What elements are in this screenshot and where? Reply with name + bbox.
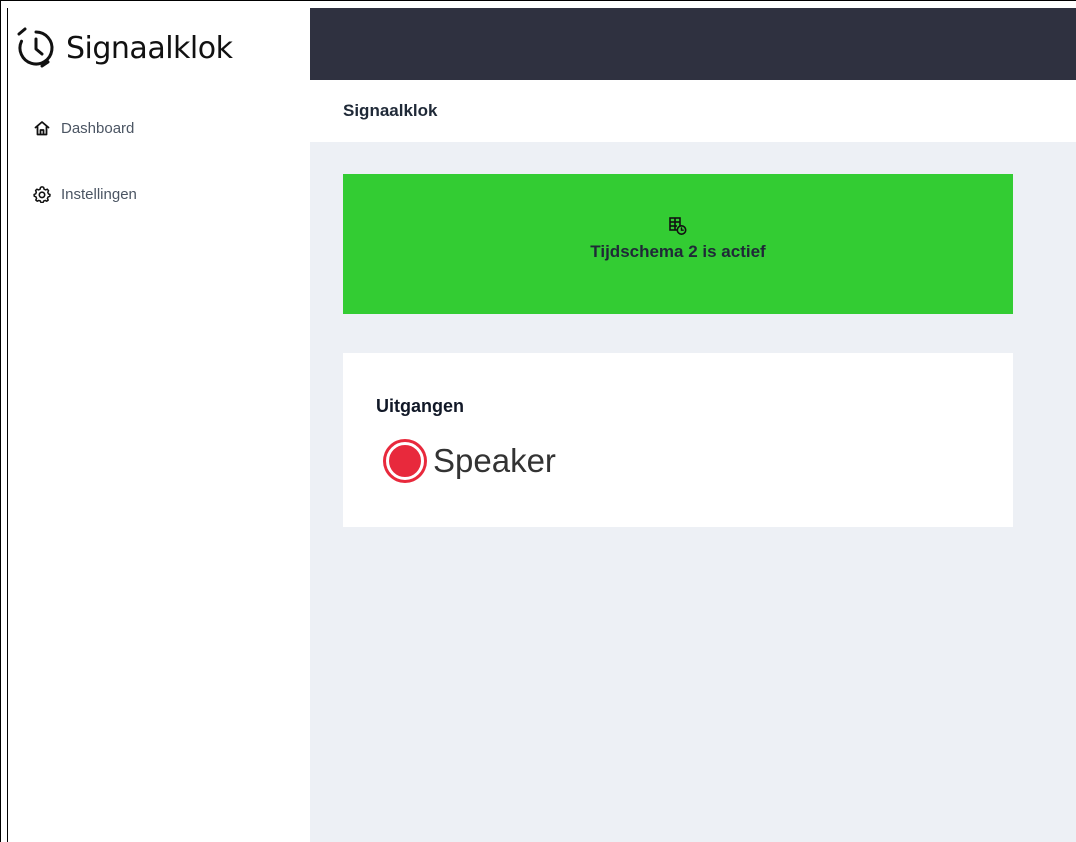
gear-icon [33,185,51,203]
outputs-card: Uitgangen Speaker [343,353,1013,527]
home-icon [33,119,51,137]
brand-logo[interactable]: Signaalklok [14,12,310,84]
main-content: Tijdschema 2 is actief Uitgangen Speaker [310,142,1076,842]
page-title: Signaalklok [343,101,438,120]
sidebar: Signaalklok Dashboard Instellingen [7,8,310,842]
sidebar-item-dashboard[interactable]: Dashboard [8,108,311,148]
schedule-status-text: Tijdschema 2 is actief [590,242,766,261]
brand-name: Signaalklok [66,30,233,66]
output-status-dot [385,442,424,480]
outputs-heading: Uitgangen [376,396,464,416]
output-item: Speaker [377,433,556,489]
sidebar-item-label: Dashboard [61,119,135,137]
top-bar [310,8,1076,80]
sidebar-item-instellingen[interactable]: Instellingen [8,174,311,214]
sidebar-nav: Dashboard Instellingen [8,108,311,214]
sidebar-item-label: Instellingen [61,185,137,203]
clock-icon [14,26,58,70]
output-label: Speaker [433,442,556,479]
schedule-clock-icon [668,216,688,236]
status-indicator-icon [377,433,433,489]
page-header: Signaalklok [310,80,1076,142]
schedule-status-banner: Tijdschema 2 is actief [343,174,1013,314]
